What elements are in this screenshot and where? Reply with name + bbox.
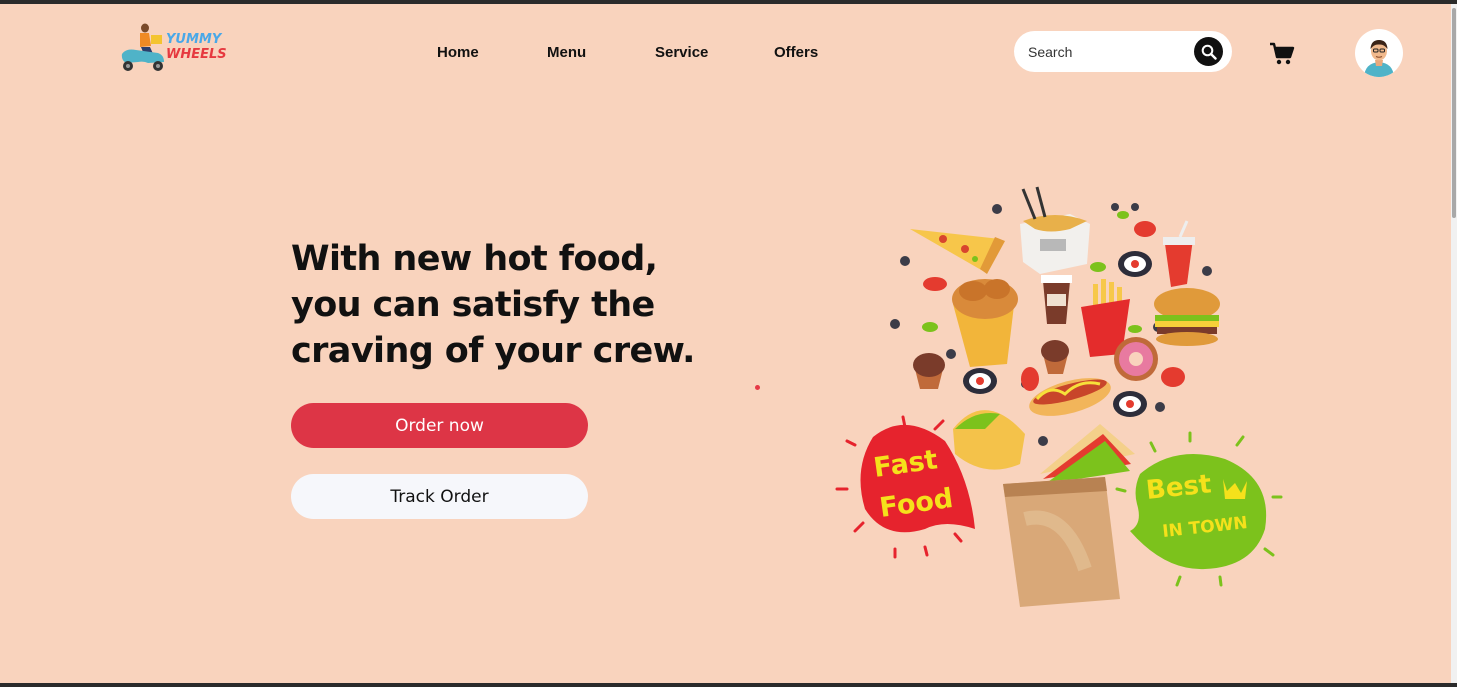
brand-name-line1: YUMMY xyxy=(166,32,222,47)
brand-name-line2: WHEELS xyxy=(166,47,227,62)
nav-home[interactable]: Home xyxy=(437,44,479,61)
track-order-button[interactable]: Track Order xyxy=(291,474,588,519)
scooter-logo-icon xyxy=(121,23,164,71)
brand-logo[interactable]: YUMMY WHEELS xyxy=(118,20,228,76)
decorative-dot xyxy=(755,385,760,390)
window-bottom-edge xyxy=(0,683,1457,687)
cart-icon[interactable] xyxy=(1269,42,1295,66)
user-avatar[interactable] xyxy=(1355,29,1403,77)
search-input[interactable] xyxy=(1026,41,1190,63)
scrollbar-thumb[interactable] xyxy=(1452,8,1456,218)
fast-food-illustration: Fast Food Best IN TOWN xyxy=(835,186,1283,607)
user-avatar-icon xyxy=(1364,40,1394,77)
order-now-button[interactable]: Order now xyxy=(291,403,588,448)
search-icon xyxy=(1201,44,1217,60)
nav-offers[interactable]: Offers xyxy=(774,44,818,61)
vertical-scrollbar[interactable] xyxy=(1451,4,1457,683)
search-button[interactable] xyxy=(1194,37,1223,66)
page: YUMMY WHEELS Home Menu Service Offers Se… xyxy=(0,4,1451,683)
nav-menu[interactable]: Menu xyxy=(547,44,586,61)
hero-headline: With new hot food, you can satisfy the c… xyxy=(291,239,695,371)
brand-name: YUMMY WHEELS xyxy=(166,32,227,62)
search-bar xyxy=(1014,31,1232,72)
nav-service[interactable]: Service xyxy=(655,44,708,61)
